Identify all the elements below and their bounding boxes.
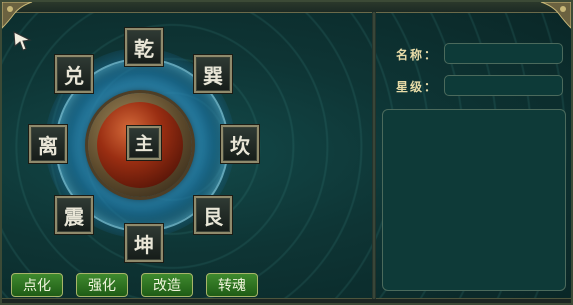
qianghua-button[interactable]: 强化 (76, 273, 128, 297)
slot-li[interactable]: 离 (29, 125, 67, 163)
bagua-refine-window: 乾 巽 坎 艮 坤 震 离 兑 主 名称： 星级： 点化 强化 改造 转魂 (0, 0, 573, 305)
slot-dui-label: 兑 (64, 63, 84, 88)
slot-kun-label: 坤 (134, 232, 154, 257)
slot-li-label: 离 (38, 133, 58, 158)
slot-qian[interactable]: 乾 (125, 28, 163, 66)
slot-kan[interactable]: 坎 (221, 125, 259, 163)
bottom-border (0, 298, 573, 305)
name-label: 名称： (396, 48, 439, 62)
slot-center-label: 主 (135, 134, 153, 155)
arrow-cursor-icon (13, 31, 32, 51)
slot-qian-label: 乾 (134, 36, 154, 61)
gaizao-button[interactable]: 改造 (141, 273, 193, 297)
slot-dui[interactable]: 兑 (55, 55, 93, 93)
dianhua-button[interactable]: 点化 (11, 273, 63, 297)
slot-zhen[interactable]: 震 (55, 196, 93, 234)
slot-kun[interactable]: 坤 (125, 224, 163, 262)
star-field (444, 75, 563, 96)
name-field (444, 43, 563, 64)
slot-gen-label: 艮 (203, 204, 223, 229)
ornament-corner-right-icon (540, 1, 572, 30)
slot-xun-label: 巽 (203, 63, 223, 88)
slot-center[interactable]: 主 (127, 126, 161, 160)
description-box (382, 109, 566, 291)
top-border (0, 0, 573, 13)
slot-xun[interactable]: 巽 (194, 55, 232, 93)
slot-gen[interactable]: 艮 (194, 196, 232, 234)
panel-divider (372, 12, 376, 299)
slot-zhen-label: 震 (64, 204, 84, 229)
ornament-corner-left-icon (1, 1, 33, 30)
star-label: 星级： (396, 80, 439, 94)
zhuanhun-button[interactable]: 转魂 (206, 273, 258, 297)
slot-kan-label: 坎 (230, 133, 250, 158)
